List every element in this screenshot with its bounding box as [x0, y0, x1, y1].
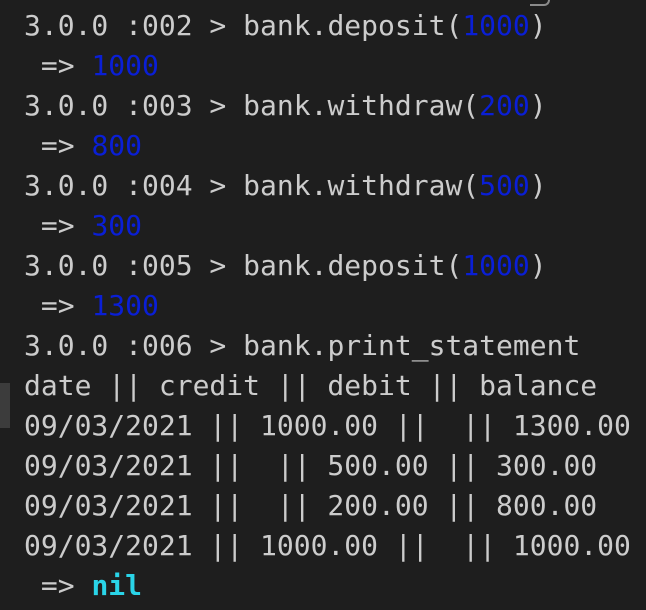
code: bank.print_statement [243, 329, 581, 362]
result-line: => 1300 [24, 286, 631, 326]
result-value: 800 [91, 129, 143, 162]
code: bank.deposit( [243, 249, 463, 282]
result-arrow: => [24, 569, 92, 602]
prompt: 3.0.0 :006 > [24, 329, 244, 362]
gutter-marker [0, 383, 10, 428]
statement-header: date || credit || debit || balance [24, 369, 598, 402]
result-arrow: => [24, 209, 92, 242]
input-line: 3.0.0 :004 > bank.withdraw(500) [24, 166, 631, 206]
statement-row: 09/03/2021 || || 200.00 || 800.00 [24, 489, 598, 522]
prompt: 3.0.0 :005 > [24, 249, 244, 282]
result-line: => 300 [24, 206, 631, 246]
input-line: 3.0.0 :005 > bank.deposit(1000) [24, 246, 631, 286]
result-arrow: => [24, 49, 92, 82]
statement-row: 09/03/2021 || || 500.00 || 300.00 [24, 449, 598, 482]
code: bank.withdraw( [243, 169, 480, 202]
code: ) [529, 89, 547, 122]
result-line: => 1000 [24, 46, 631, 86]
terminal-window[interactable]: 3.0.0 :002 > bank.deposit(1000) => 1000 … [0, 0, 646, 610]
input-line: 3.0.0 :006 > bank.print_statement [24, 326, 631, 366]
input-line: 3.0.0 :003 > bank.withdraw(200) [24, 86, 631, 126]
prompt: 3.0.0 :002 > [24, 9, 244, 42]
result-value: 300 [91, 209, 143, 242]
statement-row: 09/03/2021 || 1000.00 || || 1300.00 [24, 409, 631, 442]
result-line: => nil [24, 566, 631, 606]
result-line: => 800 [24, 126, 631, 166]
result-value: 1000 [91, 49, 159, 82]
argument: 1000 [462, 9, 530, 42]
argument: 200 [479, 89, 530, 122]
argument: 1000 [462, 249, 530, 282]
code: bank.deposit( [243, 9, 463, 42]
code: ) [529, 9, 547, 42]
input-line: 3.0.0 :002 > bank.deposit(1000) [24, 6, 631, 46]
result-arrow: => [24, 129, 92, 162]
result-arrow: => [24, 289, 92, 322]
prompt: 3.0.0 :004 > [24, 169, 244, 202]
argument: 500 [479, 169, 530, 202]
code: bank.withdraw( [243, 89, 480, 122]
statement-row: 09/03/2021 || 1000.00 || || 1000.00 [24, 529, 631, 562]
result-value: 1300 [91, 289, 159, 322]
code: ) [529, 169, 547, 202]
result-value: nil [91, 569, 143, 602]
terminal-output: 3.0.0 :002 > bank.deposit(1000) => 1000 … [24, 6, 631, 606]
prompt: 3.0.0 :003 > [24, 89, 244, 122]
code: ) [529, 249, 547, 282]
